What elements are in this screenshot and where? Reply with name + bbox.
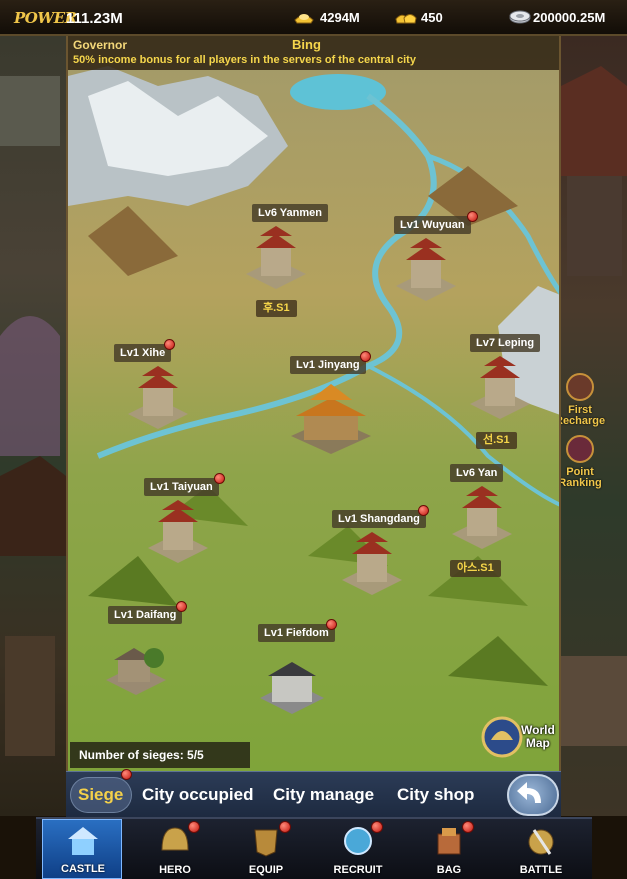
castle-scenery-left <box>0 36 66 816</box>
nav-battle[interactable]: BATTLE <box>501 819 581 879</box>
city-label: Lv7 Leping <box>470 334 541 352</box>
alert-dot <box>164 339 175 350</box>
fortress-icon <box>128 366 188 429</box>
castle-icon <box>68 827 98 855</box>
palace-icon <box>291 384 371 454</box>
fortress-icon <box>246 226 306 289</box>
tab-alert-dot <box>121 769 132 780</box>
fortress-icon <box>396 238 456 301</box>
world-map-button[interactable]: World Map <box>481 714 559 760</box>
back-arrow-icon <box>517 782 541 803</box>
city-label: Lv1 Jinyang <box>290 356 366 374</box>
fortress-icon <box>148 500 208 563</box>
nav-alert-dot <box>462 821 474 833</box>
owner-tag: 선.S1 <box>476 432 517 449</box>
nav-label: HERO <box>159 864 191 876</box>
tab-city-manage[interactable]: City manage <box>267 779 380 811</box>
tab-city-shop[interactable]: City shop <box>391 779 480 811</box>
city-label: Lv6 Yanmen <box>252 204 328 222</box>
ingots-amount: 450 <box>421 10 443 25</box>
nav-hero[interactable]: HERO <box>135 819 215 879</box>
world-map-label: World Map <box>521 723 555 750</box>
gold-ingot-icon <box>294 14 314 24</box>
first-recharge-line2: Recharge <box>555 415 606 427</box>
governor-name: Bing <box>292 37 321 52</box>
point-ranking-button[interactable]: Point Ranking <box>555 434 605 489</box>
fortress-icon <box>342 532 402 595</box>
nav-equip[interactable]: EQUIP <box>226 819 306 879</box>
city-label: Lv1 Wuyuan <box>394 216 471 234</box>
silver-amount: 200000.25M <box>533 10 606 25</box>
fortress-icon <box>452 486 512 549</box>
nav-castle[interactable]: CASTLE <box>42 819 122 879</box>
world-map-icon <box>481 716 523 758</box>
battle-icon <box>528 829 554 855</box>
owner-tag: 아스.S1 <box>450 560 501 577</box>
city-label: Lv1 Daifang <box>108 606 183 624</box>
nav-alert-dot <box>371 821 383 833</box>
nav-label: CASTLE <box>61 863 105 875</box>
fortress-icon <box>470 356 530 419</box>
outpost-icon <box>106 648 166 695</box>
nav-label: EQUIP <box>248 864 284 876</box>
nav-bag[interactable]: BAG <box>409 819 489 879</box>
nav-alert-dot <box>188 821 200 833</box>
alert-dot <box>214 473 225 484</box>
governor-label: Governor <box>73 38 128 52</box>
alert-dot <box>176 601 187 612</box>
nav-label: RECRUIT <box>333 864 383 876</box>
silver-coin-icon <box>509 10 531 24</box>
city-label: Lv1 Fiefdom <box>258 624 335 642</box>
bottom-navigation: CASTLE HERO EQUIP RECRUIT BAG BATTLE <box>36 817 592 879</box>
city-label: Lv6 Yan <box>450 464 504 482</box>
alert-dot <box>360 351 371 362</box>
owner-tag: 후.S1 <box>256 300 297 317</box>
governor-banner: Governor Bing 50% income bonus for all p… <box>68 36 559 70</box>
nav-label: BATTLE <box>519 864 563 876</box>
gold-amount: 4294M <box>320 10 360 25</box>
alert-dot <box>326 619 337 630</box>
back-button[interactable] <box>507 774 559 816</box>
region-map[interactable]: Governor Bing 50% income bonus for all p… <box>66 36 561 771</box>
point-ranking-line2: Ranking <box>558 477 602 489</box>
first-recharge-button[interactable]: First Recharge <box>555 372 605 427</box>
tab-city-occupied[interactable]: City occupied <box>136 779 259 811</box>
nav-alert-dot <box>279 821 291 833</box>
city-label: Lv1 Xihe <box>114 344 172 362</box>
alert-dot <box>467 211 478 222</box>
governor-bonus-text: 50% income bonus for all players in the … <box>73 54 416 66</box>
city-tabs: Siege City occupied City manage City sho… <box>66 769 561 817</box>
alert-dot <box>418 505 429 516</box>
city-label: Lv1 Taiyuan <box>144 478 219 496</box>
ranking-icon <box>566 435 594 463</box>
recharge-icon <box>566 373 594 401</box>
city-label: Lv1 Shangdang <box>332 510 426 528</box>
gatehouse-icon <box>260 662 324 714</box>
nav-label: BAG <box>436 864 462 876</box>
power-value: 111.23M <box>66 10 123 27</box>
siege-count: Number of sieges: 5/5 <box>70 742 250 768</box>
ingot-pile-icon <box>395 14 417 24</box>
tab-siege[interactable]: Siege <box>72 779 129 811</box>
resource-bar: POWER 111.23M 4294M 450 200000.25M <box>0 0 627 36</box>
nav-recruit[interactable]: RECRUIT <box>318 819 398 879</box>
